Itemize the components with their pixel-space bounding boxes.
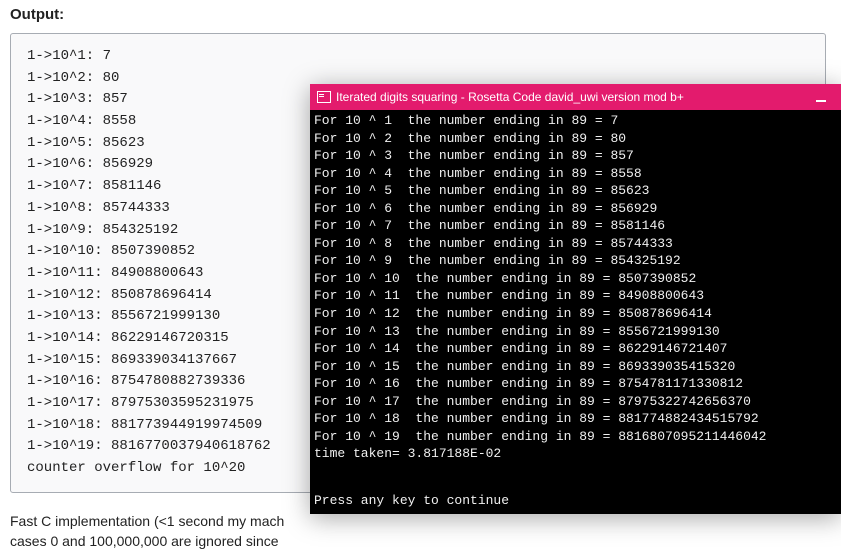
terminal-window[interactable]: Iterated digits squaring - Rosetta Code … [310,84,841,514]
terminal-output: For 10 ^ 1 the number ending in 89 = 7 F… [314,112,837,463]
minimize-button[interactable] [807,86,835,108]
body-text-line-2: cases 0 and 100,000,000 are ignored sinc… [10,531,831,551]
minimize-icon [814,90,828,104]
terminal-prompt: Press any key to continue [314,492,509,510]
terminal-title: Iterated digits squaring - Rosetta Code … [336,90,684,104]
output-heading: Output: [0,0,841,33]
terminal-titlebar[interactable]: Iterated digits squaring - Rosetta Code … [310,84,841,110]
terminal-body[interactable]: For 10 ^ 1 the number ending in 89 = 7 F… [310,110,841,514]
app-icon [316,89,332,105]
